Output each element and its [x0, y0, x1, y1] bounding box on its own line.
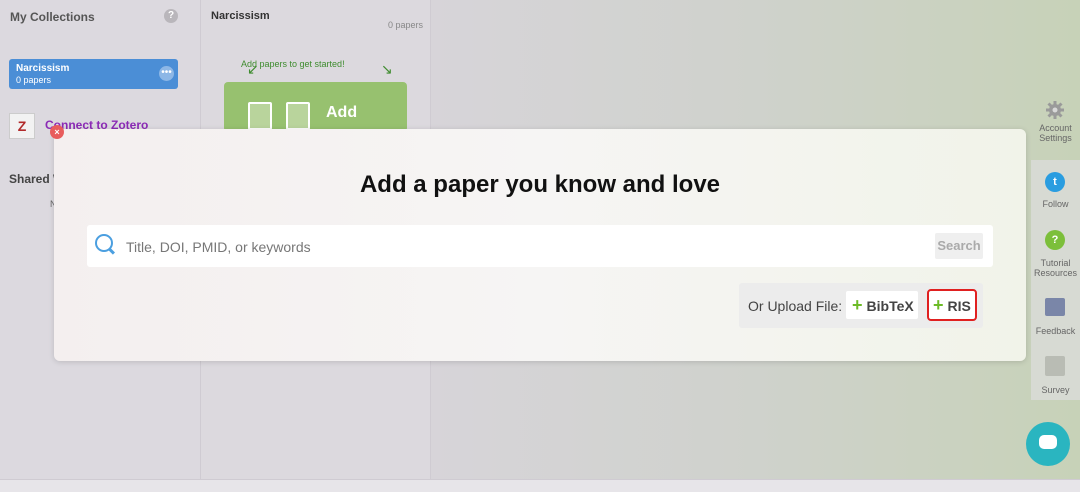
collection-item-narcissism[interactable]: Narcissism 0 papers •••	[9, 59, 178, 89]
bibtex-label: BibTeX	[866, 298, 914, 314]
arrow-right-icon: ↘	[381, 61, 393, 77]
survey-label[interactable]: Survey	[1031, 385, 1080, 395]
survey-icon[interactable]	[1045, 356, 1065, 376]
add-papers-button[interactable]: Add	[224, 82, 407, 132]
account-settings-label[interactable]: Account Settings	[1031, 123, 1080, 143]
help-icon[interactable]: ?	[164, 9, 178, 23]
upload-file-bar: Or Upload File: + BibTeX + RIS	[739, 283, 983, 328]
upload-label: Or Upload File:	[748, 298, 843, 314]
search-icon	[95, 234, 113, 252]
search-box: Search	[87, 225, 993, 267]
zotero-icon[interactable]: Z	[9, 113, 35, 139]
collection-paper-count: 0 papers	[388, 20, 424, 30]
follow-label[interactable]: Follow	[1031, 199, 1080, 209]
upload-bibtex-button[interactable]: + BibTeX	[846, 291, 918, 319]
collection-title: Narcissism	[211, 10, 270, 22]
plus-icon: +	[852, 295, 863, 315]
plus-icon: +	[933, 295, 944, 315]
collection-name: Narcissism	[16, 63, 70, 74]
empty-hint: Add papers to get started!	[241, 59, 345, 69]
ris-label: RIS	[947, 298, 971, 314]
search-input[interactable]	[124, 236, 908, 258]
chat-icon[interactable]	[1026, 422, 1070, 466]
gear-icon[interactable]	[1040, 100, 1080, 120]
add-paper-modal: × Add a paper you know and love Search O…	[50, 125, 1026, 361]
close-icon[interactable]: ×	[50, 125, 64, 139]
twitter-icon[interactable]: t	[1045, 172, 1065, 192]
feedback-label[interactable]: Feedback	[1031, 326, 1080, 336]
collection-menu-icon[interactable]: •••	[159, 66, 174, 81]
modal-title: Add a paper you know and love	[359, 171, 721, 198]
document-icon	[248, 102, 272, 130]
sidebar-title: My Collections	[10, 10, 95, 24]
tutorial-label[interactable]: Tutorial Resources	[1031, 258, 1080, 278]
utility-panel: t Follow ? Tutorial Resources Feedback S…	[1031, 160, 1080, 400]
add-papers-label: Add	[326, 104, 358, 121]
search-button[interactable]: Search	[935, 233, 983, 259]
feedback-icon[interactable]	[1045, 298, 1065, 316]
upload-ris-button[interactable]: + RIS	[927, 289, 977, 321]
horizontal-scrollbar[interactable]	[0, 479, 1080, 492]
document-add-icon	[286, 102, 310, 130]
tutorial-icon[interactable]: ?	[1045, 230, 1065, 250]
collection-count: 0 papers	[16, 75, 52, 85]
